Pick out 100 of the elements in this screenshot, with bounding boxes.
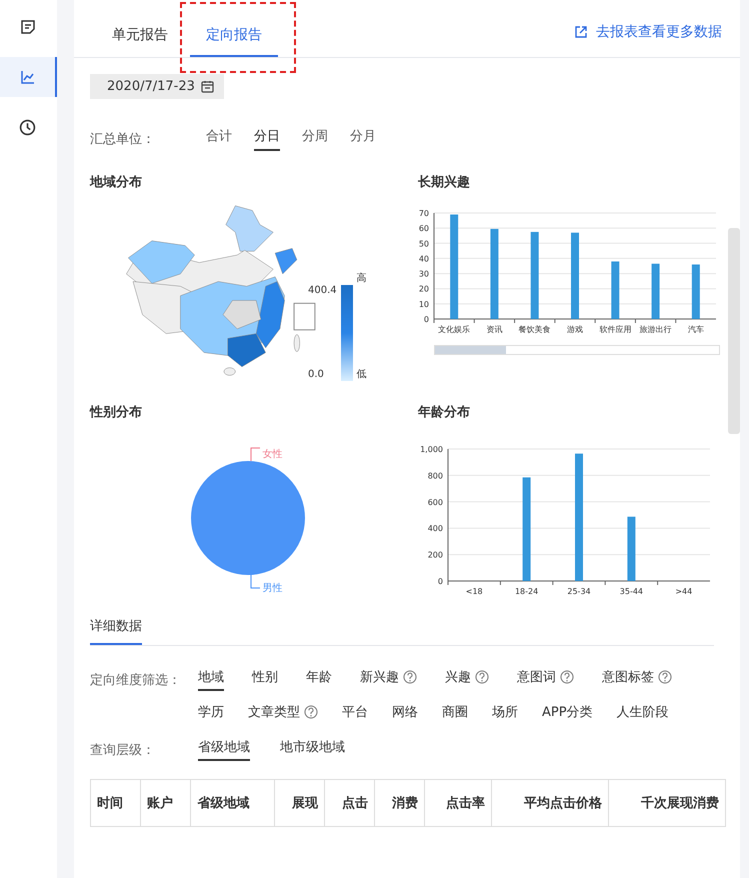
pie-label: 女性 <box>262 448 282 461</box>
axis-label: 40 <box>418 254 429 264</box>
column-header: 展现 <box>274 780 324 826</box>
report-link[interactable]: 去报表查看更多数据 <box>574 23 722 41</box>
filter-option[interactable]: 商圈 <box>442 703 468 726</box>
tab[interactable]: 单元报告 <box>96 26 184 57</box>
filter-option[interactable]: 地域 <box>198 668 224 691</box>
date-range-field[interactable]: 2020/7/17-23 <box>90 74 224 99</box>
axis-label: 200 <box>428 550 443 560</box>
filter-option[interactable]: 平台 <box>342 703 368 726</box>
filter-option[interactable]: 年龄 <box>306 668 332 691</box>
filter-option[interactable]: 意图词 <box>517 668 574 691</box>
chart-title: 性别分布 <box>90 404 143 421</box>
axis-label: 1,000 <box>420 445 443 454</box>
filter-option[interactable]: 网络 <box>392 703 418 726</box>
axis-label: 50 <box>418 239 429 248</box>
color-scale[interactable] <box>340 285 353 381</box>
level-option[interactable]: 省级地域 <box>198 738 250 761</box>
axis-label: 文化娱乐 <box>438 325 470 334</box>
slider-handle[interactable] <box>435 346 506 354</box>
help-icon[interactable] <box>475 670 489 684</box>
filter-option[interactable]: 意图标签 <box>602 668 672 691</box>
filter-option[interactable]: 场所 <box>492 703 518 726</box>
column-header: 千次展现消费 <box>608 780 726 826</box>
calendar-icon <box>200 80 214 93</box>
axis-label: 600 <box>428 498 443 507</box>
axis-label: 资讯 <box>486 325 502 334</box>
chart-icon <box>20 69 36 85</box>
filter-option[interactable]: APP分类 <box>542 703 593 726</box>
pie-label: 男性 <box>262 582 282 595</box>
legend-value: 0.0 <box>308 369 325 381</box>
filter-text: 意图标签 <box>602 669 654 686</box>
help-icon[interactable] <box>304 705 318 719</box>
filter-text: 地域 <box>198 669 224 686</box>
axis-label: 18-24 <box>514 587 538 596</box>
help-icon[interactable] <box>560 670 574 684</box>
filter-text: 平台 <box>342 704 368 721</box>
filter-option[interactable]: 新兴趣 <box>360 668 417 691</box>
filter-text: 场所 <box>492 704 518 721</box>
zoom-slider[interactable] <box>434 345 720 355</box>
filter-label: 查询层级： <box>90 742 156 758</box>
column-header: 消费 <box>374 780 425 826</box>
level-option[interactable]: 地市级地域 <box>280 738 345 761</box>
legend-label: 高 <box>356 273 367 285</box>
filter-text: 学历 <box>198 704 224 721</box>
column-header: 时间 <box>90 780 141 826</box>
axis-label: 汽车 <box>688 325 704 334</box>
axis-label: >44 <box>675 587 692 596</box>
axis-label: 35-44 <box>620 587 644 596</box>
chart-title: 地域分布 <box>90 174 143 191</box>
legend-label: 低 <box>356 369 367 381</box>
filter-text: 兴趣 <box>445 669 471 686</box>
column-header: 省级地域 <box>190 780 274 826</box>
filter-text: 网络 <box>392 704 418 721</box>
axis-label: 800 <box>428 471 443 480</box>
tab[interactable]: 定向报告 <box>190 26 278 57</box>
column-header: 点击率 <box>424 780 492 826</box>
filter-option[interactable]: 兴趣 <box>445 668 489 691</box>
filter-text: 新兴趣 <box>360 669 399 686</box>
axis-label: 0 <box>424 315 429 324</box>
axis-label: 旅游出行 <box>640 325 672 334</box>
axis-label: 软件应用 <box>599 325 632 334</box>
chart-title: 年龄分布 <box>418 404 471 421</box>
help-icon[interactable] <box>403 670 417 684</box>
leader-line <box>250 447 260 461</box>
axis-label: 0 <box>438 577 443 586</box>
scrollbar-thumb[interactable] <box>728 228 740 434</box>
axis-label: 70 <box>418 209 429 218</box>
summary-label: 汇总单位： <box>90 131 156 148</box>
column-header: 账户 <box>140 780 191 826</box>
filter-option[interactable]: 人生阶段 <box>616 703 669 726</box>
note-icon <box>20 19 36 35</box>
filter-option[interactable]: 文章类型 <box>248 703 318 726</box>
summary-option[interactable]: 分周 <box>302 127 328 151</box>
section-tab[interactable]: 详细数据 <box>90 617 142 645</box>
help-icon[interactable] <box>658 670 672 684</box>
legend-value: 400.4 <box>308 285 337 297</box>
filter-text: 年龄 <box>306 669 332 686</box>
bar <box>692 264 700 319</box>
axis-label: <18 <box>466 587 483 596</box>
bar <box>627 516 636 581</box>
filter-text: 商圈 <box>442 704 468 721</box>
axis-label: 20 <box>418 284 429 294</box>
filter-text: APP分类 <box>542 704 593 721</box>
axis-label: 30 <box>418 270 429 279</box>
filter-option[interactable]: 性别 <box>252 668 278 691</box>
bar <box>611 261 620 319</box>
filter-label: 定向维度筛选： <box>90 672 182 688</box>
axis-label: 10 <box>418 300 429 309</box>
axis-label: 餐饮美食 <box>518 325 551 334</box>
chart-title: 长期兴趣 <box>418 174 471 191</box>
summary-option[interactable]: 合计 <box>206 127 232 151</box>
summary-option[interactable]: 分月 <box>350 127 376 151</box>
axis-label: 游戏 <box>567 325 583 334</box>
leader-line <box>250 575 260 589</box>
filter-option[interactable]: 学历 <box>198 703 224 726</box>
filter-text: 意图词 <box>517 669 556 686</box>
summary-option[interactable]: 分日 <box>254 127 280 151</box>
bar <box>652 264 660 319</box>
axis-label: 400 <box>428 524 443 534</box>
